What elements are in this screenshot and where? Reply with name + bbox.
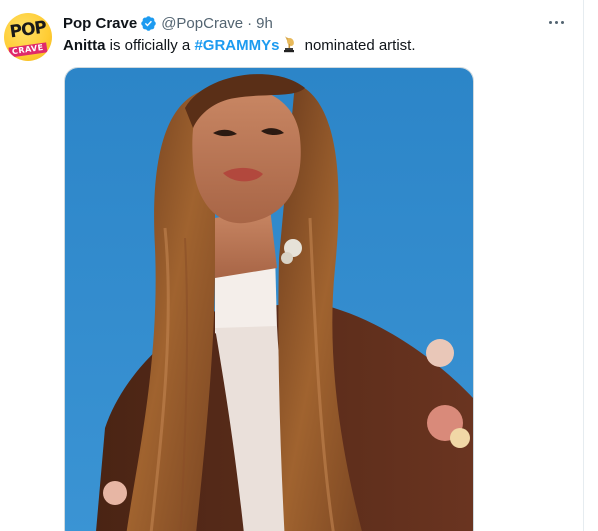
tweet-text: Anitta is officially a #GRAMMYs nominate… <box>63 35 416 56</box>
tweet[interactable]: POP CRAVE Pop Crave @PopCrave · 9h Anitt… <box>0 0 598 531</box>
tweet-text-mid: is officially a <box>105 37 195 54</box>
tweet-timestamp[interactable]: 9h <box>256 15 273 32</box>
more-options-icon[interactable] <box>544 10 568 34</box>
header-separator: · <box>247 14 253 32</box>
hashtag-link[interactable]: #GRAMMYs <box>194 37 279 54</box>
timeline-border <box>583 0 598 531</box>
avatar-logo-crave: CRAVE <box>8 42 48 58</box>
tweet-text-after: nominated artist. <box>300 37 416 54</box>
avatar[interactable]: POP CRAVE <box>4 13 52 61</box>
author-name[interactable]: Pop Crave <box>63 15 137 32</box>
avatar-logo: POP CRAVE <box>4 17 52 58</box>
avatar-logo-pop: POP <box>8 17 48 43</box>
author-handle[interactable]: @PopCrave <box>161 15 243 32</box>
mention-name: Anitta <box>63 37 106 54</box>
grammy-trophy-icon <box>281 35 297 53</box>
tweet-header: Pop Crave @PopCrave · 9h <box>63 13 273 33</box>
photo-illustration <box>65 68 473 531</box>
verified-badge-icon <box>140 15 157 32</box>
tweet-photo[interactable] <box>64 67 474 531</box>
